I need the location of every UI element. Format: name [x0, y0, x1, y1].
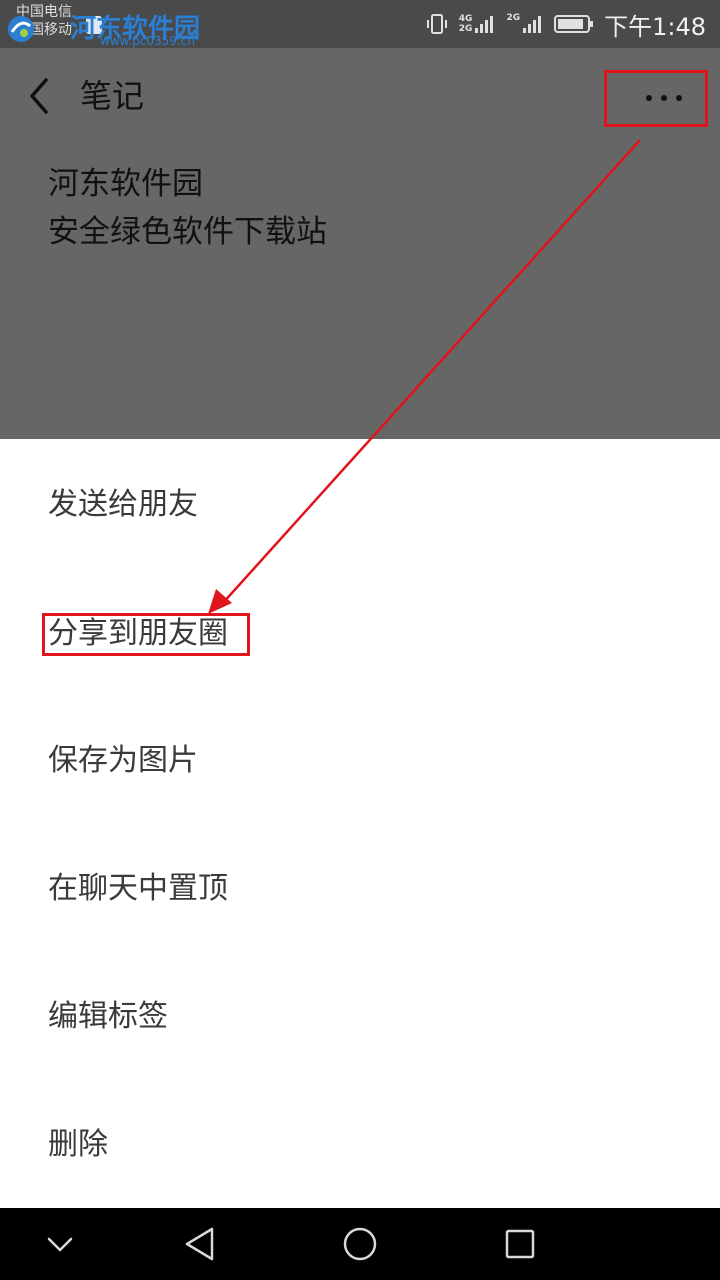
menu-item-label: 保存为图片 [48, 743, 198, 778]
menu-item-delete[interactable]: 删除 [0, 1079, 720, 1207]
vibrate-icon [426, 14, 447, 34]
menu-item-label: 删除 [48, 1127, 108, 1162]
menu-item-save-as-image[interactable]: 保存为图片 [0, 695, 720, 823]
back-button[interactable] [20, 74, 60, 118]
menu-item-edit-tags[interactable]: 编辑标签 [0, 951, 720, 1079]
menu-item-send-to-friend[interactable]: 发送给朋友 [0, 439, 720, 567]
watermark-url: www.pc0359.cn [100, 34, 195, 48]
menu-item-label: 编辑标签 [48, 999, 168, 1034]
menu-item-label: 发送给朋友 [48, 487, 198, 522]
action-menu: 发送给朋友 分享到朋友圈 保存为图片 在聊天中置顶 编辑标签 删除 [0, 439, 720, 1208]
system-nav-bar [0, 1208, 720, 1280]
menu-item-pin-to-chat[interactable]: 在聊天中置顶 [0, 823, 720, 951]
recent-square-icon[interactable] [498, 1222, 542, 1266]
page-title: 笔记 [80, 77, 145, 115]
signal-icon [475, 16, 494, 33]
network-type-1: 4G [458, 14, 473, 24]
highlight-box-share-to-moments [42, 613, 250, 656]
chevron-down-icon[interactable] [38, 1222, 82, 1266]
network-type-3: 2G [506, 13, 521, 23]
home-circle-icon[interactable] [338, 1222, 382, 1266]
menu-item-label: 在聊天中置顶 [48, 871, 228, 906]
note-line-1: 河东软件园 [48, 166, 203, 202]
status-indicators: 4G 2G 2G 下午1:48 [425, 0, 706, 48]
signal-group-1: 4G 2G [459, 13, 497, 35]
status-bar: 中国电信 中国移动 河东软件园 www.pc0359.cn 4G 2G 2G 下… [0, 0, 720, 48]
network-type-2: 2G [458, 24, 473, 34]
note-line-2: 安全绿色软件下载站 [48, 214, 327, 250]
back-triangle-icon[interactable] [178, 1222, 222, 1266]
battery-icon [554, 15, 594, 33]
signal-icon [523, 16, 542, 33]
signal-group-2: 2G [506, 13, 544, 35]
status-time: 下午1:48 [604, 12, 706, 41]
note-content: 河东软件园 安全绿色软件下载站 [48, 160, 327, 256]
highlight-box-more-button [604, 70, 708, 127]
watermark-logo-icon [8, 16, 34, 42]
chevron-left-icon [30, 78, 48, 114]
